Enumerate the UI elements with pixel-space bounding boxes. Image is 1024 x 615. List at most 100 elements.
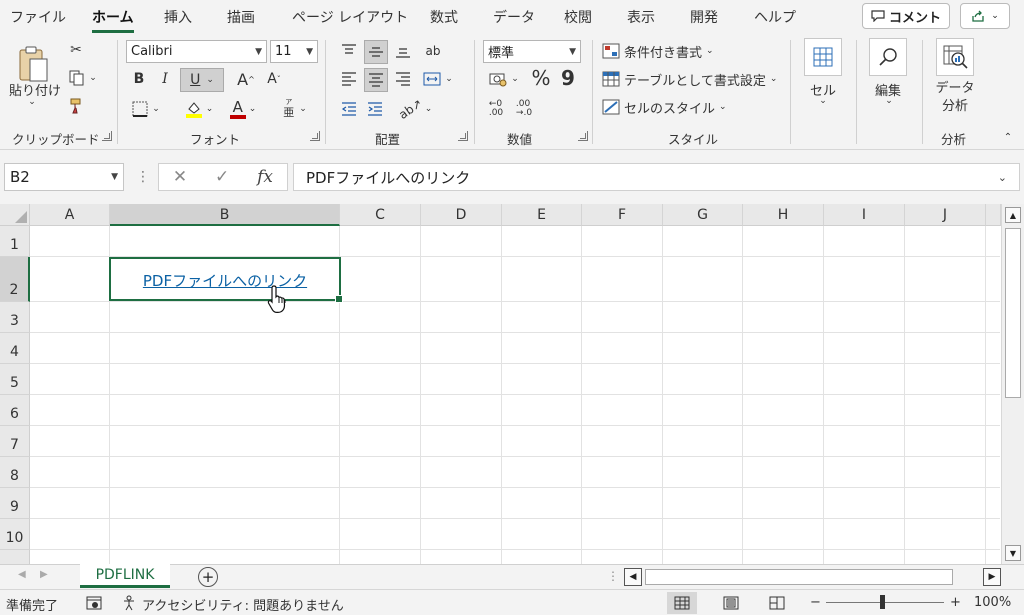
macro-record-icon[interactable] (86, 596, 102, 610)
align-left-icon[interactable] (338, 68, 360, 90)
conditional-formatting-button[interactable]: 条件付き書式 ⌄ (602, 40, 714, 62)
row-header-3[interactable]: 3 (0, 302, 30, 333)
tab-view[interactable]: 表示 (627, 7, 655, 27)
name-box[interactable]: B2 ▼ (4, 163, 124, 191)
normal-view-button[interactable] (667, 592, 697, 614)
number-format-select[interactable]: 標準 ▼ (483, 40, 581, 63)
prev-sheet-icon[interactable]: ◀ (18, 569, 26, 580)
scroll-up-icon[interactable]: ▲ (1005, 207, 1021, 223)
row-header-11[interactable] (0, 550, 30, 564)
fill-color-button[interactable]: ⌄ (180, 98, 218, 120)
phonetic-guide-button[interactable]: ア亜 ⌄ (276, 96, 314, 122)
column-header-a[interactable]: A (30, 204, 110, 226)
cell-styles-button[interactable]: セルのスタイル ⌄ (602, 96, 727, 118)
analyze-data-button[interactable] (936, 38, 974, 76)
column-header-g[interactable]: G (663, 204, 743, 226)
tab-file[interactable]: ファイル (10, 7, 66, 27)
scroll-right-icon[interactable]: ▶ (983, 568, 1001, 586)
zoom-in-button[interactable]: + (950, 595, 961, 610)
zoom-level[interactable]: 100% (974, 595, 1011, 610)
editing-button[interactable] (869, 38, 907, 76)
italic-button[interactable]: I (154, 68, 176, 90)
row-header-6[interactable]: 6 (0, 395, 30, 426)
tab-review[interactable]: 校閲 (564, 7, 592, 27)
wrap-text-button[interactable]: ab (420, 38, 446, 64)
vertical-scrollbar[interactable]: ▲ ▼ (1001, 204, 1024, 564)
row-header-2[interactable]: 2 (0, 257, 30, 302)
row-header-10[interactable]: 10 (0, 519, 30, 550)
share-button[interactable]: ⌄ (960, 3, 1010, 29)
font-color-button[interactable]: A ⌄ (224, 98, 262, 120)
chevron-down-icon[interactable]: ⌄ (22, 97, 42, 107)
bottom-align-icon[interactable] (392, 40, 414, 62)
font-launcher-icon[interactable] (310, 131, 320, 141)
column-header-e[interactable]: E (502, 204, 582, 226)
comment-button[interactable]: コメント (862, 3, 950, 29)
percent-style-button[interactable]: % (530, 66, 552, 90)
font-size-select[interactable]: 11 ▼ (270, 40, 318, 63)
row-header-4[interactable]: 4 (0, 333, 30, 364)
bold-button[interactable]: B (128, 68, 150, 90)
formula-bar-grip-icon[interactable]: ⋮ (136, 169, 150, 185)
column-header-b[interactable]: B (110, 204, 340, 226)
add-sheet-button[interactable]: + (198, 567, 218, 587)
column-header-f[interactable]: F (582, 204, 663, 226)
sheet-tab-pdflink[interactable]: PDFLINK (80, 564, 170, 588)
horizontal-scroll-thumb[interactable] (645, 569, 953, 585)
scroll-down-icon[interactable]: ▼ (1005, 545, 1021, 561)
tab-draw[interactable]: 描画 (227, 7, 255, 27)
zoom-slider-track[interactable] (826, 602, 944, 603)
middle-align-icon[interactable] (364, 40, 388, 64)
select-all-button[interactable] (0, 204, 30, 226)
worksheet-grid[interactable]: A B C D E F G H I J 1 2 3 4 5 6 7 8 9 10… (0, 204, 1024, 564)
shrink-font-button[interactable]: Aˇ (262, 68, 286, 90)
tab-formulas[interactable]: 数式 (430, 7, 458, 27)
increase-decimal-icon[interactable]: ←0.00 (484, 96, 508, 122)
format-painter-icon[interactable] (66, 96, 86, 116)
page-break-view-button[interactable] (762, 592, 792, 614)
column-header-i[interactable]: I (824, 204, 905, 226)
cells-button[interactable] (804, 38, 842, 76)
chevron-down-icon[interactable]: ⌄ (814, 96, 832, 106)
scroll-left-icon[interactable]: ◀ (624, 568, 642, 586)
accessibility-icon[interactable] (122, 595, 138, 611)
collapse-ribbon-icon[interactable]: ⌃ (1000, 130, 1016, 144)
row-header-5[interactable]: 5 (0, 364, 30, 395)
align-right-icon[interactable] (392, 68, 414, 90)
tab-split-grip-icon[interactable]: ⋮ (607, 569, 619, 583)
insert-function-button[interactable]: fx (257, 167, 273, 187)
row-header-8[interactable]: 8 (0, 457, 30, 488)
expand-formula-icon[interactable]: ⌄ (998, 171, 1007, 184)
accounting-format-button[interactable]: ⌄ (484, 68, 524, 90)
align-center-icon[interactable] (364, 68, 388, 92)
orientation-button[interactable]: ab↗ ⌄ (396, 96, 434, 122)
row-header-7[interactable]: 7 (0, 426, 30, 457)
row-header-1[interactable]: 1 (0, 226, 30, 257)
borders-button[interactable]: ⌄ (128, 98, 164, 120)
tab-help[interactable]: ヘルプ (754, 7, 796, 27)
vertical-scroll-thumb[interactable] (1005, 228, 1021, 398)
clipboard-launcher-icon[interactable] (102, 131, 112, 141)
column-header-j[interactable]: J (905, 204, 986, 226)
row-header-9[interactable]: 9 (0, 488, 30, 519)
horizontal-scrollbar[interactable]: ◀ ▶ (624, 568, 1002, 586)
zoom-slider-thumb[interactable] (880, 595, 885, 609)
tab-page-layout[interactable]: ページ レイアウト (292, 7, 408, 27)
alignment-launcher-icon[interactable] (458, 131, 468, 141)
tab-insert[interactable]: 挿入 (164, 7, 192, 27)
next-sheet-icon[interactable]: ▶ (40, 569, 48, 580)
comma-style-button[interactable]: 9 (558, 66, 578, 90)
font-name-select[interactable]: Calibri ▼ (126, 40, 267, 63)
zoom-out-button[interactable]: − (810, 595, 821, 610)
number-launcher-icon[interactable] (578, 131, 588, 141)
tab-home[interactable]: ホーム (92, 7, 134, 33)
page-layout-view-button[interactable] (716, 592, 746, 614)
column-header-d[interactable]: D (421, 204, 502, 226)
increase-indent-icon[interactable] (364, 98, 386, 120)
top-align-icon[interactable] (338, 40, 360, 62)
decrease-decimal-icon[interactable]: .00 →.0 (512, 96, 536, 122)
column-header-c[interactable]: C (340, 204, 421, 226)
merge-center-button[interactable]: ⌄ (418, 68, 458, 90)
decrease-indent-icon[interactable] (338, 98, 360, 120)
enter-icon[interactable]: ✓ (215, 167, 229, 187)
